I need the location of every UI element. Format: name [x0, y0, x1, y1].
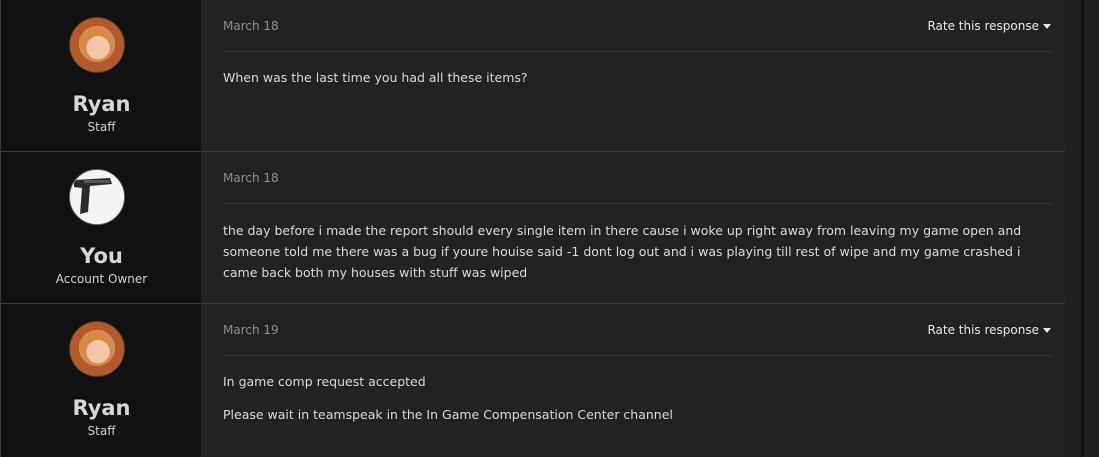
rate-response-label: Rate this response — [927, 323, 1039, 337]
post-3: Ryan Staff March 19 Rate this response I… — [0, 303, 1065, 457]
caret-down-icon — [1043, 327, 1051, 333]
avatar[interactable] — [69, 169, 125, 225]
scrollbar-divider — [1081, 0, 1084, 457]
author-role: Staff — [87, 424, 116, 438]
post-date: March 18 — [223, 19, 279, 33]
post-1: Ryan Staff March 18 Rate this response W… — [0, 0, 1065, 151]
post-author-panel: Ryan Staff — [0, 304, 201, 457]
divider — [223, 355, 1051, 356]
author-name[interactable]: Ryan — [1, 396, 202, 420]
message-text: Please wait in teamspeak in the In Game … — [223, 407, 673, 422]
post-content: March 18 Rate this response When was the… — [201, 0, 1065, 151]
post-author-panel: You Account Owner — [0, 152, 201, 303]
post-author-panel: Ryan Staff — [0, 0, 201, 151]
message-text: In game comp request accepted — [223, 374, 426, 389]
gun-icon — [70, 170, 124, 224]
post-2: You Account Owner March 18 the day befor… — [0, 151, 1065, 303]
author-name[interactable]: Ryan — [1, 92, 202, 116]
post-date: March 19 — [223, 323, 279, 337]
avatar[interactable] — [69, 17, 125, 73]
author-role: Staff — [87, 120, 116, 134]
post-date: March 18 — [223, 171, 279, 185]
rate-response-button[interactable]: Rate this response — [927, 19, 1051, 33]
rate-response-button[interactable]: Rate this response — [927, 323, 1051, 337]
message-text: When was the last time you had all these… — [223, 70, 528, 85]
avatar[interactable] — [69, 321, 125, 377]
author-role: Account Owner — [55, 272, 148, 286]
rate-response-label: Rate this response — [927, 19, 1039, 33]
divider — [223, 203, 1051, 204]
author-name[interactable]: You — [1, 244, 202, 268]
post-content: March 18 the day before i made the repor… — [201, 152, 1065, 303]
divider — [223, 51, 1051, 52]
message-text: the day before i made the report should … — [223, 223, 1022, 280]
post-content: March 19 Rate this response In game comp… — [201, 304, 1065, 457]
caret-down-icon — [1043, 23, 1051, 29]
